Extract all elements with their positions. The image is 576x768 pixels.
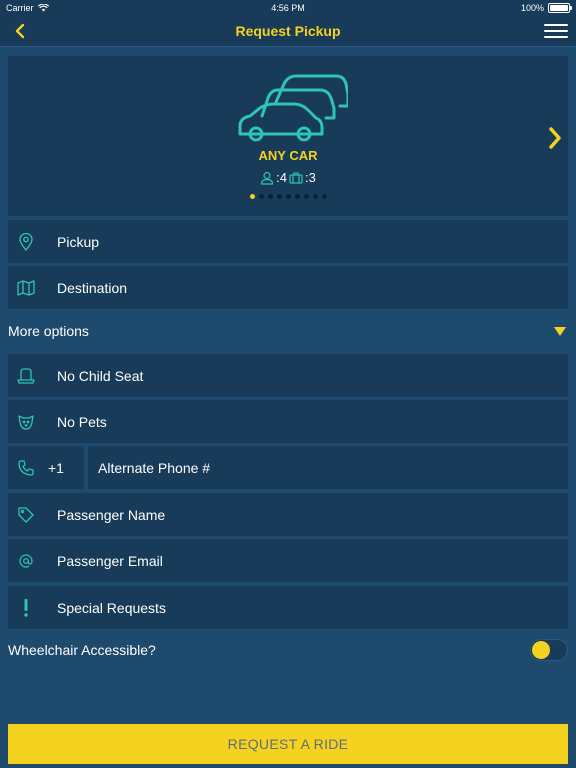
pet-icon [8,400,44,443]
cars-icon [238,74,348,142]
passenger-name-label: Passenger Name [57,506,166,523]
status-time: 4:56 PM [271,3,305,13]
page-dot[interactable] [276,194,282,199]
child-seat-icon [8,354,44,397]
wheelchair-row: Wheelchair Accessible? [8,636,568,664]
special-requests-field[interactable]: Special Requests [8,586,568,629]
more-options-toggle[interactable]: More options [8,318,568,344]
request-ride-button[interactable]: REQUEST A RIDE [8,724,568,764]
wheelchair-label: Wheelchair Accessible? [8,642,156,658]
phone-icon [8,446,44,489]
page-dot[interactable] [312,194,318,199]
page-title: Request Pickup [235,23,341,39]
destination-field[interactable]: Destination [8,266,568,309]
pickup-field[interactable]: Pickup [8,220,568,263]
status-bar: Carrier 4:56 PM 100% [0,0,576,16]
passenger-icon [261,171,274,185]
wheelchair-toggle[interactable] [530,639,568,661]
hamburger-line [544,36,568,38]
hamburger-icon [544,24,568,26]
page-dot[interactable] [303,194,309,199]
chevron-left-icon [15,23,25,39]
passenger-email-label: Passenger Email [57,552,163,569]
carrier-label: Carrier [6,3,34,13]
toggle-knob [532,641,550,659]
back-button[interactable] [10,21,30,41]
page-dot[interactable] [249,194,255,199]
child-seat-field[interactable]: No Child Seat [8,354,568,397]
nav-bar: Request Pickup [0,16,576,47]
car-selector[interactable]: ANY CAR :4 :3 [8,56,568,216]
phone-country-code[interactable]: +1 [8,446,84,489]
alternate-phone-input[interactable]: Alternate Phone # [88,446,568,489]
chevron-right-icon[interactable] [546,126,564,150]
status-left: Carrier [6,3,49,13]
map-icon [8,266,44,309]
page-dot[interactable] [258,194,264,199]
child-seat-label: No Child Seat [57,367,144,384]
pickup-label: Pickup [57,233,100,250]
passenger-count: :4 [276,170,287,185]
page-indicator[interactable] [8,194,568,199]
special-requests-label: Special Requests [57,599,166,616]
passenger-email-field[interactable]: Passenger Email [8,539,568,582]
menu-button[interactable] [544,22,568,40]
pets-label: No Pets [57,413,107,430]
battery-icon [548,3,572,13]
more-options-label: More options [8,323,89,339]
alternate-phone-placeholder: Alternate Phone # [98,459,211,476]
pets-field[interactable]: No Pets [8,400,568,443]
triangle-down-icon [554,326,566,336]
luggage-icon [289,171,303,184]
hamburger-line [544,30,568,32]
tag-icon [8,493,44,536]
battery-percent: 100% [520,3,544,13]
wifi-icon [37,4,49,12]
page-dot[interactable] [267,194,273,199]
location-pin-icon [8,220,44,263]
page-dot[interactable] [294,194,300,199]
luggage-count: :3 [305,170,316,185]
car-capacity: :4 :3 [8,170,568,185]
phone-row: +1 Alternate Phone # [8,446,568,489]
page-dot[interactable] [321,194,327,199]
at-sign-icon [8,539,44,582]
request-ride-label: REQUEST A RIDE [227,736,349,752]
phone-code-label: +1 [48,459,64,476]
status-right: 100% [520,3,572,13]
car-type-name: ANY CAR [258,148,318,163]
page-dot[interactable] [285,194,291,199]
exclamation-icon [8,586,44,629]
destination-label: Destination [57,279,128,296]
passenger-name-field[interactable]: Passenger Name [8,493,568,536]
